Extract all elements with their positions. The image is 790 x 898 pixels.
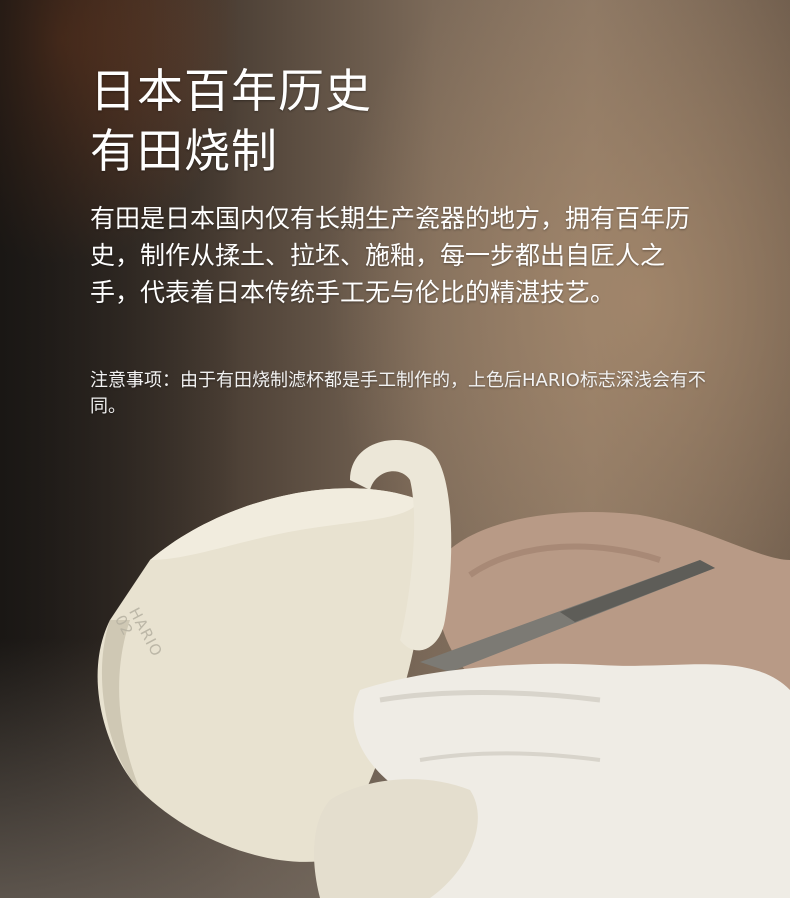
title-line-2: 有田烧制	[90, 124, 278, 178]
description-text: 有田是日本国内仅有长期生产瓷器的地方，拥有百年历史，制作从揉土、拉坯、施釉，每一…	[90, 204, 691, 307]
product-photo: HARIO 02 日本百年历史 有田烧制 有田是日本国内仅有长期生产瓷器的地方，…	[0, 0, 790, 898]
notice-text: 注意事项：由于有田烧制滤杯都是手工制作的，上色后HARIO标志深浅会有不同。	[90, 370, 706, 417]
title-line-1: 日本百年历史	[90, 64, 372, 118]
